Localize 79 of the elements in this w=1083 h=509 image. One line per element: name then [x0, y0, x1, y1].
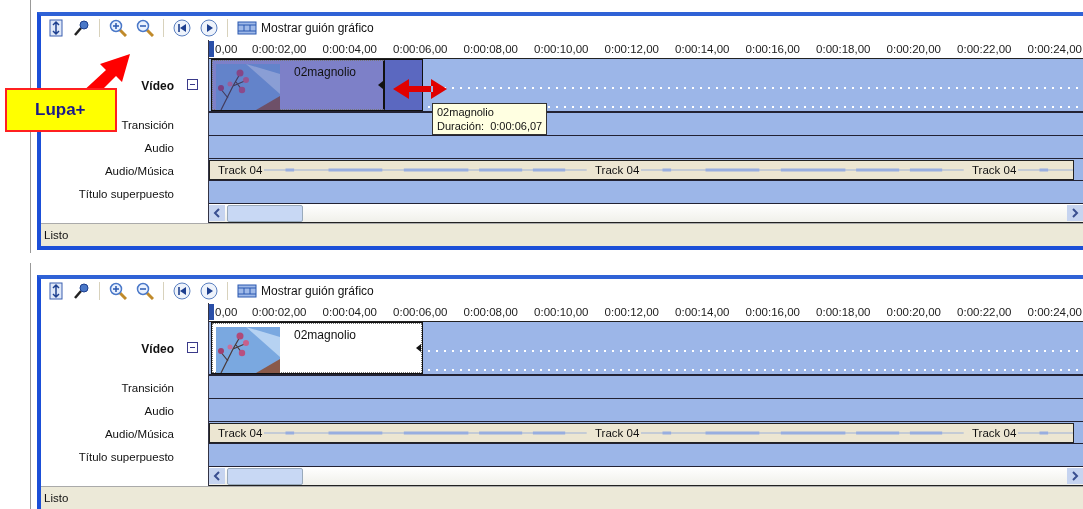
track-label: Audio/Música	[104, 427, 174, 440]
ruler-label: 0:00:24,00	[1026, 43, 1083, 55]
track-label: Vídeo	[141, 342, 174, 356]
status-text: Listo	[44, 492, 69, 504]
tooltip-text: 02magnolio	[437, 105, 495, 119]
track-label: Título superpuesto	[78, 187, 174, 200]
ruler-label: 0:00:10,00	[533, 306, 590, 318]
scroll-left-icon[interactable]	[209, 468, 225, 484]
audio-clip-title: Track 04	[972, 427, 1017, 439]
ruler-label: 0:00:08,00	[462, 306, 519, 318]
track-label: Título superpuesto	[78, 450, 174, 463]
storyboard-button[interactable]: Mostrar guión gráfico	[237, 20, 374, 36]
video-clip[interactable]: 02magnolio	[211, 59, 423, 111]
rewind-icon[interactable]	[173, 282, 191, 300]
track-label: Audio	[144, 141, 174, 154]
ruler-label: 0:00:06,00	[392, 306, 449, 318]
film-icon	[237, 20, 257, 36]
microphone-icon[interactable]	[72, 282, 90, 300]
ruler-label: 0:00:22,00	[956, 306, 1013, 318]
ruler-label: 0:00:08,00	[462, 43, 519, 55]
ruler-label: 0:00:24,00	[1026, 306, 1083, 318]
ruler-label: 0:00:10,00	[533, 43, 590, 55]
audio-clip[interactable]: Track 04 Track 04 Track 04	[209, 160, 1074, 180]
horizontal-scrollbar[interactable]	[209, 204, 1083, 223]
ruler-label: 0:00:14,00	[674, 43, 731, 55]
audio-clip-title: Track 04	[595, 427, 640, 439]
audio-clip-title: Track 04	[218, 427, 263, 439]
audio-clip-title: Track 04	[595, 164, 640, 176]
ruler-label: 0:00:06,00	[392, 43, 449, 55]
zoom-out-icon[interactable]	[136, 282, 154, 300]
audio-clip-title: Track 04	[218, 164, 263, 176]
track-label: Vídeo	[141, 79, 174, 93]
scroll-right-icon[interactable]	[1067, 205, 1083, 221]
clip-title: 02magnolio	[294, 328, 357, 342]
zoom-in-icon[interactable]	[109, 282, 127, 300]
status-text: Listo	[44, 229, 69, 241]
horizontal-scrollbar[interactable]	[209, 467, 1083, 486]
zoom-in-icon[interactable]	[109, 19, 127, 37]
ruler-label: 0:00:20,00	[885, 43, 942, 55]
track-label: Audio	[144, 404, 174, 417]
track-label: Audio/Música	[104, 164, 174, 177]
audio-clip[interactable]: Track 04 Track 04 Track 04	[209, 423, 1074, 443]
callout: Lupa+	[5, 88, 117, 132]
collapse-icon[interactable]	[187, 79, 198, 90]
play-icon[interactable]	[200, 282, 218, 300]
microphone-icon[interactable]	[72, 19, 90, 37]
ruler-label: 0:00:16,00	[744, 306, 801, 318]
film-icon	[237, 283, 257, 299]
ruler-label: 0:00:18,00	[815, 43, 872, 55]
audio-clip-title: Track 04	[972, 164, 1017, 176]
timeline-icon[interactable]	[49, 19, 63, 37]
ruler-label: 0:00:12,00	[603, 43, 660, 55]
ruler-label: 0:00:04,00	[321, 43, 378, 55]
rewind-icon[interactable]	[173, 19, 191, 37]
video-clip[interactable]: 02magnolio	[211, 322, 423, 374]
track-label: Transición	[121, 118, 174, 131]
ruler-label: 0:00:02,00	[251, 306, 308, 318]
clip-title: 02magnolio	[294, 65, 357, 79]
timeline-icon[interactable]	[49, 282, 63, 300]
storyboard-button[interactable]: Mostrar guión gráfico	[237, 283, 374, 299]
tooltip-text: Duración: 0:00:06,07	[437, 119, 543, 133]
ruler-label: 0:00:04,00	[321, 306, 378, 318]
ruler-label: 0:00:22,00	[956, 43, 1013, 55]
scroll-right-icon[interactable]	[1067, 468, 1083, 484]
track-label: Transición	[121, 381, 174, 394]
ruler-label: 0,00	[214, 306, 239, 318]
ruler-label: 0:00:18,00	[815, 306, 872, 318]
collapse-icon[interactable]	[187, 342, 198, 353]
scroll-thumb[interactable]	[227, 467, 303, 485]
ruler-label: 0:00:12,00	[603, 306, 660, 318]
ruler-label: 0:00:14,00	[674, 306, 731, 318]
ruler-label: 0,00	[214, 43, 239, 55]
ruler-label: 0:00:16,00	[744, 43, 801, 55]
scroll-thumb[interactable]	[227, 204, 303, 222]
zoom-out-icon[interactable]	[136, 19, 154, 37]
ruler-label: 0:00:02,00	[251, 43, 308, 55]
play-icon[interactable]	[200, 19, 218, 37]
ruler-label: 0:00:20,00	[885, 306, 942, 318]
scroll-left-icon[interactable]	[209, 205, 225, 221]
